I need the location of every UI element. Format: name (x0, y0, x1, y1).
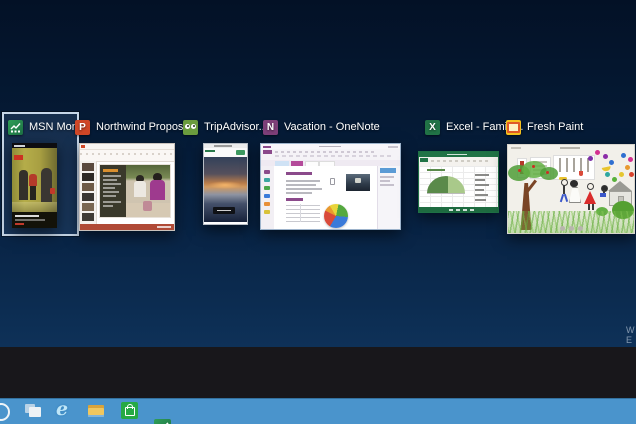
taskbar-windows-store-icon[interactable] (121, 402, 138, 419)
powerpoint-icon: P (75, 119, 90, 135)
excel-icon: X (425, 119, 440, 135)
msn-caption (12, 212, 57, 228)
trip-city-photo (204, 157, 247, 222)
taskbar-search-icon[interactable] (0, 403, 10, 421)
window-thumbnail-powerpoint[interactable] (79, 143, 175, 231)
window-title: Vacation - OneNote (284, 121, 380, 133)
freshpaint-bottom-buttons[interactable] (560, 226, 586, 231)
window-label-powerpoint: P Northwind Proposa... (75, 118, 199, 136)
onenote-icon: N (263, 119, 278, 135)
onenote-photo (346, 174, 370, 191)
onenote-page (274, 166, 377, 229)
msn-money-icon (8, 119, 23, 135)
window-thumbnail-tripadvisor[interactable] (203, 143, 248, 225)
window-label-onenote: N Vacation - OneNote (263, 118, 380, 136)
fresh-paint-icon (506, 119, 521, 135)
excel-area-chart (427, 176, 465, 194)
my-budget-heading (286, 198, 303, 201)
onenote-notebook-sidebar (261, 166, 275, 229)
taskbar: e P N X (0, 398, 636, 424)
ppt-statusbar (80, 224, 174, 230)
banana-shape (601, 166, 612, 172)
desktops-bar: + Add a desktop ОБОЗРЕВАТЕЛЬ / epa (0, 347, 636, 398)
budget-pie-chart (324, 204, 348, 228)
excel-grid (419, 166, 498, 207)
taskbar-msn-money-icon[interactable] (154, 419, 171, 424)
msn-article-photo (12, 148, 57, 217)
onenote-right-panel (377, 166, 400, 229)
ppt-current-slide (100, 165, 170, 217)
freshpaint-titlebar (560, 147, 580, 149)
vacation-planner-heading (286, 172, 312, 175)
tripadvisor-icon (183, 119, 198, 135)
window-label-tripadvisor: TripAdvisor... (183, 118, 268, 136)
trip-search-button (236, 150, 245, 155)
window-thumbnail-excel[interactable] (418, 151, 499, 213)
windows-eval-watermark: W E (626, 325, 635, 345)
window-thumbnail-fresh-paint[interactable] (507, 144, 635, 234)
task-view-screen: MSN Mon... P Northwind Proposa... TripAd… (0, 0, 636, 424)
taskbar-task-view-icon[interactable] (25, 402, 42, 419)
attachment-icon (330, 178, 335, 185)
window-thumbnail-onenote[interactable] (260, 143, 401, 230)
window-label-fresh-paint: Fresh Paint (506, 118, 583, 136)
window-title: Fresh Paint (527, 121, 584, 133)
selected-brush-red-tip (579, 171, 583, 176)
taskbar-internet-explorer-icon[interactable]: e (56, 400, 73, 419)
window-thumbnail-msn-money[interactable] (12, 143, 57, 228)
taskbar-file-explorer-icon[interactable] (88, 402, 105, 419)
excel-statusbar (419, 207, 498, 212)
window-title: TripAdvisor... (204, 121, 268, 133)
excel-chart-title (427, 169, 445, 171)
ppt-slide-pane (80, 161, 97, 224)
